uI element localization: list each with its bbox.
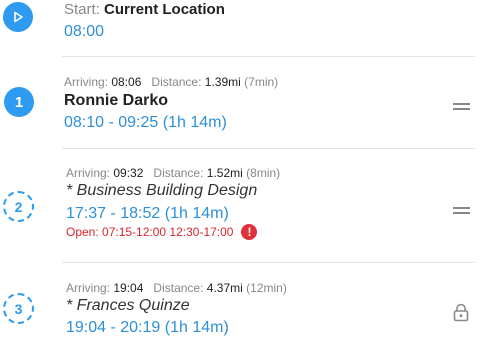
start-prefix: Start: bbox=[64, 1, 100, 18]
drag-handle-icon[interactable] bbox=[453, 207, 470, 215]
distance-label: Distance: bbox=[151, 75, 202, 89]
drag-handle-icon[interactable] bbox=[453, 103, 470, 111]
divider bbox=[62, 262, 475, 263]
distance-value: 4.37mi bbox=[206, 281, 243, 295]
opening-hours-warning: Open: 07:15-12:00 12:30-17:00 ! bbox=[66, 224, 258, 240]
divider bbox=[62, 148, 475, 149]
arriving-label: Arriving: bbox=[64, 75, 109, 89]
stop-meta: Arriving: 19:04 Distance: 4.37mi (12min) bbox=[66, 281, 287, 295]
stop-row-2[interactable]: 2 Arriving: 09:32 Distance: 1.52mi (8min… bbox=[0, 150, 480, 260]
stop-name: * Frances Quinze bbox=[66, 297, 190, 314]
stop-name: Ronnie Darko bbox=[64, 92, 169, 109]
start-location: Current Location bbox=[104, 1, 225, 18]
arriving-label: Arriving: bbox=[66, 281, 111, 295]
stop-meta: Arriving: 09:32 Distance: 1.52mi (8min) bbox=[66, 166, 280, 180]
lock-icon[interactable] bbox=[453, 303, 469, 327]
stop-row-1[interactable]: 1 Arriving: 08:06 Distance: 1.39mi (7min… bbox=[0, 58, 480, 146]
stop-row-3[interactable]: 3 Arriving: 19:04 Distance: 4.37mi (12mi… bbox=[0, 264, 480, 340]
start-time: 08:00 bbox=[64, 23, 105, 40]
stop-meta: Arriving: 08:06 Distance: 1.39mi (7min) bbox=[64, 75, 278, 89]
warning-icon[interactable]: ! bbox=[241, 224, 258, 240]
arriving-time: 09:32 bbox=[113, 166, 144, 180]
stop-number-badge: 3 bbox=[3, 293, 34, 324]
stop-name: * Business Building Design bbox=[66, 182, 258, 199]
stop-time-window: 08:10 - 09:25 (1h 14m) bbox=[64, 114, 227, 131]
stop-time-window: 19:04 - 20:19 (1h 14m) bbox=[66, 319, 229, 336]
start-label: Start: Current Location bbox=[64, 1, 225, 18]
stop-time-window: 17:37 - 18:52 (1h 14m) bbox=[66, 205, 229, 222]
arriving-label: Arriving: bbox=[66, 166, 111, 180]
start-play-icon[interactable] bbox=[3, 2, 33, 32]
distance-value: 1.52mi bbox=[206, 166, 243, 180]
arriving-time: 08:06 bbox=[111, 75, 142, 89]
distance-label: Distance: bbox=[153, 166, 204, 180]
stop-number-badge: 2 bbox=[3, 191, 34, 222]
duration-value: (7min) bbox=[244, 75, 279, 89]
duration-value: (8min) bbox=[246, 166, 281, 180]
duration-value: (12min) bbox=[246, 281, 287, 295]
divider bbox=[62, 56, 475, 57]
arriving-time: 19:04 bbox=[113, 281, 144, 295]
opening-hours-text: Open: 07:15-12:00 12:30-17:00 bbox=[66, 225, 234, 239]
distance-label: Distance: bbox=[153, 281, 204, 295]
stop-number-badge: 1 bbox=[4, 87, 34, 117]
distance-value: 1.39mi bbox=[204, 75, 241, 89]
